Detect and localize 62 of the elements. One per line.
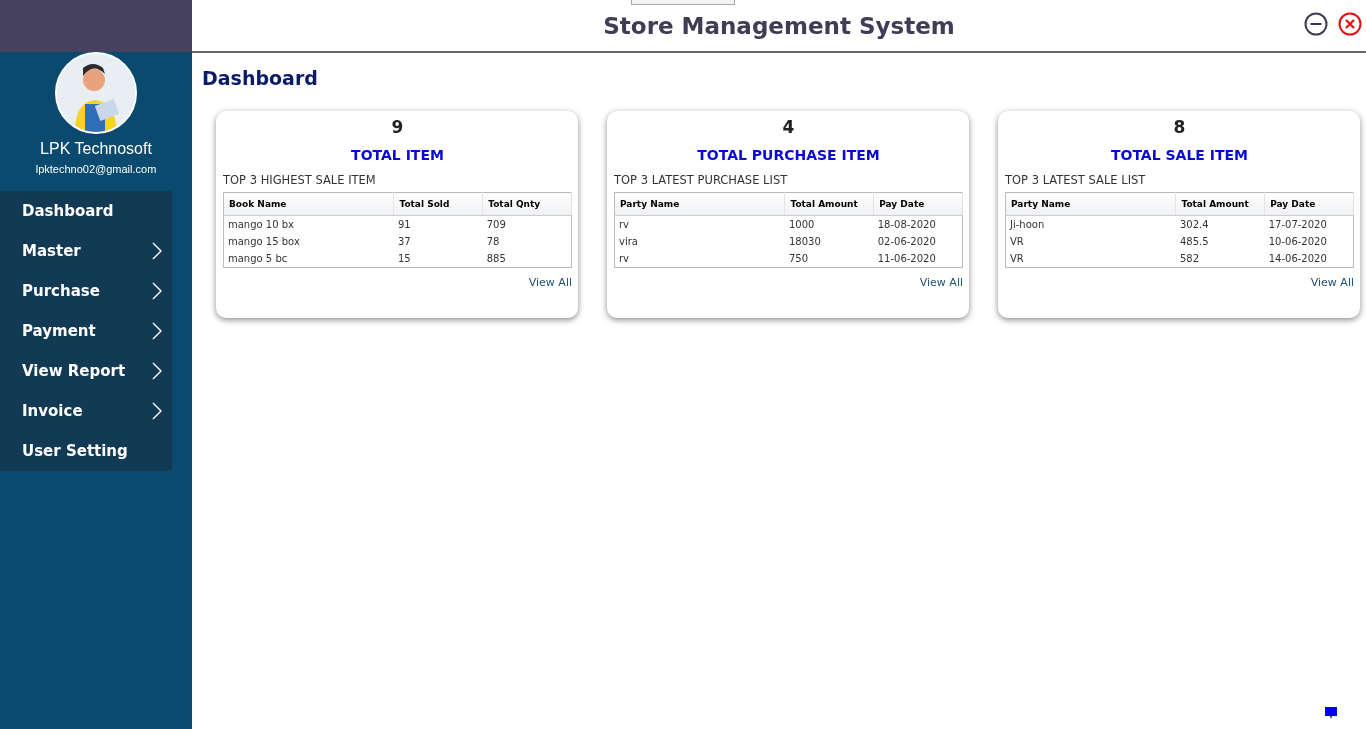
table-cell: 582: [1175, 250, 1265, 268]
sidebar-item[interactable]: Payment: [0, 311, 172, 351]
stat-title: TOTAL ITEM: [350, 147, 445, 163]
sidebar-item[interactable]: View Report: [0, 351, 172, 391]
chat-icon[interactable]: [1324, 706, 1338, 720]
close-icon[interactable]: [1338, 12, 1362, 36]
column-header: Party Name: [614, 192, 785, 216]
table-cell: 17-07-2020: [1264, 215, 1354, 233]
table-cell: 709: [482, 215, 572, 233]
table-cell: VR: [1005, 250, 1176, 268]
table-cell: 14-06-2020: [1264, 250, 1354, 268]
table-cell: 15: [393, 250, 483, 268]
table-cell: vira: [614, 233, 785, 250]
stat-title: TOTAL PURCHASE ITEM: [696, 147, 881, 163]
table-cell: Ji-hoon: [1005, 215, 1176, 233]
sidebar-item[interactable]: Invoice: [0, 391, 172, 431]
table-cell: 91: [393, 215, 483, 233]
column-header: Total Sold: [393, 192, 483, 216]
view-all-link[interactable]: View All: [919, 276, 963, 289]
table-cell: 10-06-2020: [1264, 233, 1354, 250]
table-cell: mango 15 box: [223, 233, 394, 250]
user-email: lpktechno02@gmail.com: [35, 163, 157, 175]
column-header: Pay Date: [1264, 192, 1354, 216]
table-cell: mango 10 bx: [223, 215, 394, 233]
table-cell: rv: [614, 215, 785, 233]
sidebar-item[interactable]: User Setting: [0, 431, 172, 471]
window-title: Store Management System: [603, 12, 955, 39]
sidebar-item[interactable]: Purchase: [0, 271, 172, 311]
table-cell-text: 18030: [787, 235, 822, 249]
table-cell: 1000: [784, 215, 874, 233]
column-header: Party Name: [1005, 192, 1176, 216]
table-cell: 18-08-2020: [873, 215, 963, 233]
table-cell: 11-06-2020: [873, 250, 963, 268]
view-all-link[interactable]: View All: [1310, 276, 1354, 289]
table-caption: TOP 3 LATEST PURCHASE LIST: [614, 173, 789, 187]
column-header: Total Amount: [1175, 192, 1265, 216]
column-header: Pay Date: [873, 192, 963, 216]
sidebar-item[interactable]: Master: [0, 231, 172, 271]
table-cell: 02-06-2020: [873, 233, 963, 250]
table-cell: rv: [614, 250, 785, 268]
stat-count: 8: [1172, 117, 1187, 137]
stat-title: TOTAL SALE ITEM: [1109, 147, 1250, 163]
table-caption: TOP 3 HIGHEST SALE ITEM: [223, 173, 377, 187]
table-cell-text: 37: [396, 235, 412, 249]
sidebar-item[interactable]: Dashboard: [0, 191, 172, 231]
page-title: Dashboard: [202, 67, 319, 89]
table-caption: TOP 3 LATEST SALE LIST: [1005, 173, 1147, 187]
column-header: Total Qnty: [482, 192, 572, 216]
minimize-icon[interactable]: [1304, 12, 1328, 36]
table-cell: VR: [1005, 233, 1176, 250]
view-all-link[interactable]: View All: [528, 276, 572, 289]
table-cell: 750: [784, 250, 874, 268]
table-cell: 78: [482, 233, 572, 250]
table-cell-text: 485.5: [1178, 235, 1210, 249]
table-cell: 302.4: [1175, 215, 1265, 233]
stat-count: 4: [781, 117, 796, 137]
stat-count: 9: [390, 117, 405, 137]
table-cell: 885: [482, 250, 572, 268]
column-header: Total Amount: [784, 192, 874, 216]
column-header: Book Name: [223, 192, 394, 216]
table-cell: mango 5 bc: [223, 250, 394, 268]
user-name: LPK Technosoft: [40, 140, 152, 158]
